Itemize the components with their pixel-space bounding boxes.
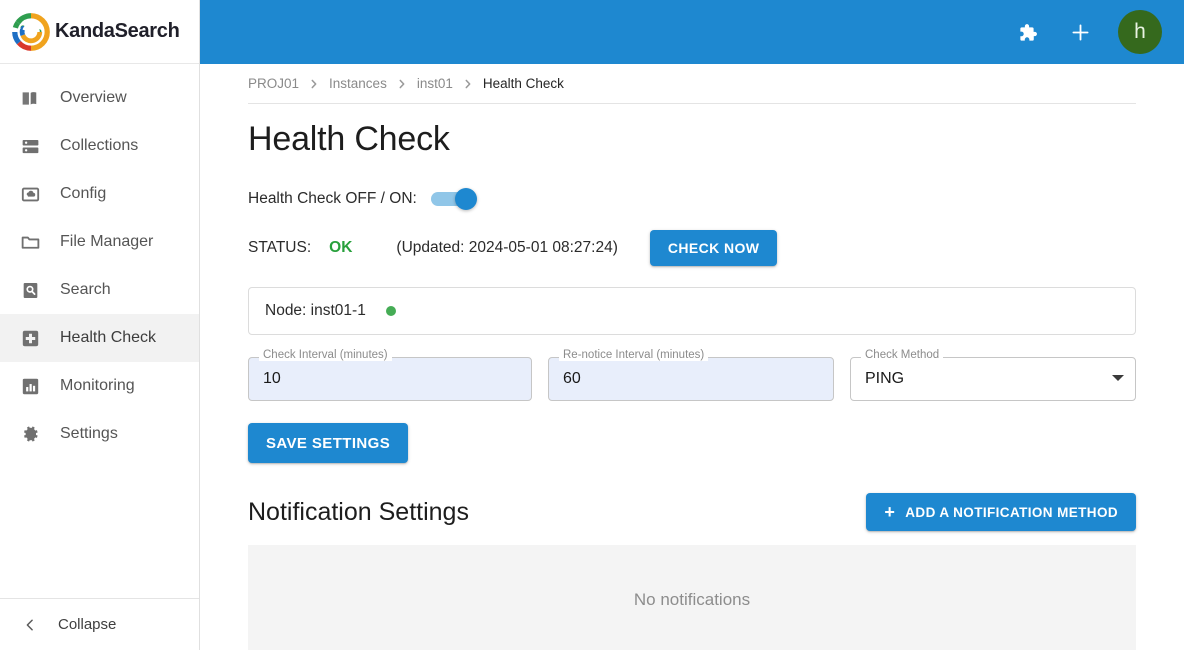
page-title: Health Check	[248, 120, 450, 158]
sidebar-item-search[interactable]: Search	[0, 266, 199, 314]
renotice-interval-label: Re-notice Interval (minutes)	[559, 349, 709, 361]
status-badge: OK	[329, 239, 353, 256]
server-stack-icon	[18, 134, 42, 158]
sidebar-item-overview[interactable]: Overview	[0, 74, 199, 122]
health-plus-icon	[18, 326, 42, 350]
plus-icon[interactable]	[1060, 12, 1100, 52]
check-method-field[interactable]: Check Method PING	[850, 349, 1136, 401]
sidebar-item-config[interactable]: Config	[0, 170, 199, 218]
toggle-knob	[454, 188, 477, 210]
notification-settings-header: Notification Settings + ADD A NOTIFICATI…	[248, 493, 1136, 531]
settings-fields-row: Check Interval (minutes) 10 Re-notice In…	[248, 349, 1136, 401]
sidebar-item-label: Settings	[60, 425, 118, 442]
add-notification-method-label: ADD A NOTIFICATION METHOD	[905, 504, 1118, 520]
avatar[interactable]: h	[1118, 10, 1162, 54]
add-notification-method-button[interactable]: + ADD A NOTIFICATION METHOD	[866, 493, 1136, 531]
chevron-right-icon	[309, 79, 319, 89]
breadcrumb-item-proj01[interactable]: PROJ01	[248, 76, 299, 91]
save-settings-button[interactable]: SAVE SETTINGS	[248, 423, 409, 463]
check-method-select[interactable]: PING	[850, 357, 1136, 401]
renotice-interval-field[interactable]: Re-notice Interval (minutes) 60	[548, 349, 834, 401]
sidebar-item-label: Health Check	[60, 329, 157, 346]
cloud-box-icon	[18, 182, 42, 206]
plus-icon: +	[884, 502, 896, 522]
folder-icon	[18, 230, 42, 254]
check-now-button[interactable]: CHECK NOW	[649, 230, 778, 266]
sidebar-collapse-button[interactable]: Collapse	[0, 598, 199, 650]
bar-chart-icon	[18, 374, 42, 398]
sidebar-item-settings[interactable]: Settings	[0, 410, 199, 458]
sidebar-item-monitoring[interactable]: Monitoring	[0, 362, 199, 410]
sidebar-item-collections[interactable]: Collections	[0, 122, 199, 170]
sidebar-item-file-manager[interactable]: File Manager	[0, 218, 199, 266]
breadcrumb: PROJ01 Instances inst01 Health Check	[248, 64, 1136, 104]
sidebar-item-label: Overview	[60, 89, 127, 106]
book-icon	[18, 86, 42, 110]
sidebar-collapse-label: Collapse	[58, 616, 117, 633]
sidebar-item-label: File Manager	[60, 233, 154, 250]
chevron-down-icon[interactable]	[1112, 375, 1124, 381]
health-check-toggle-row: Health Check OFF / ON:	[248, 187, 1136, 211]
check-interval-input[interactable]: 10	[248, 357, 532, 401]
sidebar: KandaSearch Overview Collections Config …	[0, 0, 200, 650]
app-root: KandaSearch Overview Collections Config …	[0, 0, 1184, 650]
breadcrumb-item-inst01[interactable]: inst01	[417, 76, 453, 91]
sidebar-item-health-check[interactable]: Health Check	[0, 314, 199, 362]
notifications-empty-text: No notifications	[633, 590, 751, 609]
node-label: Node: inst01-1	[265, 302, 366, 319]
chevron-left-icon	[22, 617, 38, 633]
main-content: PROJ01 Instances inst01 Health Check Hea…	[200, 64, 1184, 650]
sidebar-item-label: Config	[60, 185, 107, 202]
sidebar-nav: Overview Collections Config File Manager…	[0, 64, 199, 598]
sidebar-item-label: Monitoring	[60, 377, 135, 394]
top-bar: h	[200, 0, 1184, 64]
renotice-interval-input[interactable]: 60	[548, 357, 834, 401]
check-interval-field[interactable]: Check Interval (minutes) 10	[248, 349, 532, 401]
breadcrumb-item-instances[interactable]: Instances	[329, 76, 387, 91]
health-check-toggle[interactable]	[430, 188, 477, 210]
sidebar-item-label: Collections	[60, 137, 139, 154]
chevron-right-icon	[397, 79, 407, 89]
notification-settings-title: Notification Settings	[248, 497, 469, 526]
notifications-empty-panel: No notifications	[248, 545, 1136, 650]
node-panel: Node: inst01-1	[248, 287, 1136, 335]
document-search-icon	[18, 278, 42, 302]
check-method-label: Check Method	[861, 349, 944, 361]
chevron-right-icon	[463, 79, 473, 89]
breadcrumb-item-health-check: Health Check	[482, 76, 564, 91]
status-label: STATUS:	[248, 239, 312, 256]
kanda-swirl-logo-icon	[10, 11, 52, 53]
brand-name: KandaSearch	[55, 20, 180, 42]
status-updated-text: (Updated: 2024-05-01 08:27:24)	[396, 239, 618, 256]
gear-icon	[18, 422, 42, 446]
status-row: STATUS: OK (Updated: 2024-05-01 08:27:24…	[248, 229, 1136, 267]
health-check-toggle-label: Health Check OFF / ON:	[248, 190, 417, 207]
node-status-dot	[385, 306, 396, 316]
sidebar-item-label: Search	[60, 281, 111, 298]
puzzle-piece-icon[interactable]	[1006, 12, 1046, 52]
check-interval-label: Check Interval (minutes)	[259, 349, 392, 361]
brand-header[interactable]: KandaSearch	[0, 0, 199, 64]
avatar-initial: h	[1134, 20, 1146, 43]
